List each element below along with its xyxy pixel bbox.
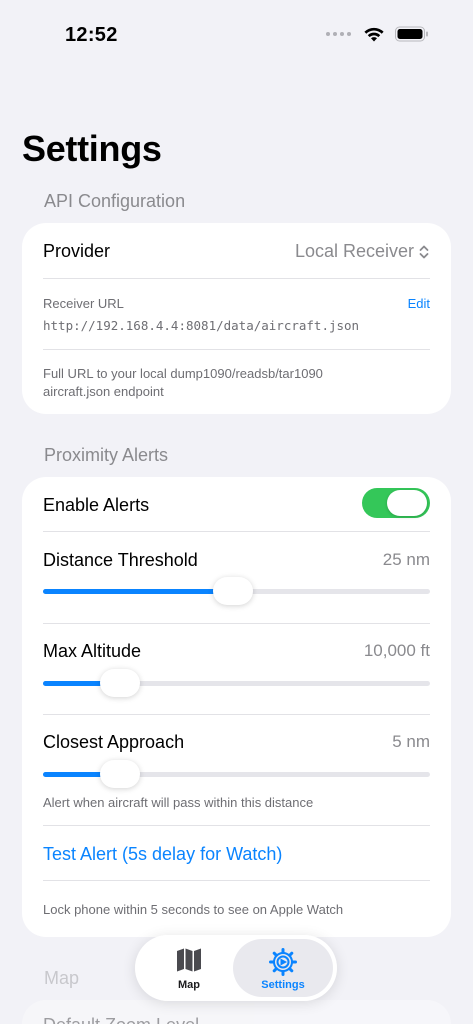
status-icons [326,26,429,42]
distance-threshold-label: Distance Threshold [43,550,198,570]
distance-threshold-slider[interactable] [43,576,430,606]
max-altitude-row: Max Altitude 10,000 ft [43,641,430,665]
receiver-url-help-line2: aircraft.json endpoint [43,384,164,399]
max-altitude-label: Max Altitude [43,641,142,661]
closest-approach-help: Alert when aircraft will pass within thi… [43,795,314,810]
gear-icon [269,948,297,976]
slider-thumb[interactable] [100,669,141,697]
closest-approach-label: Closest Approach [43,732,185,752]
closest-approach-value: 5 nm [392,732,430,751]
receiver-url-help-line1: Full URL to your local dump1090/readsb/t… [43,366,323,381]
enable-alerts-label: Enable Alerts [43,495,150,515]
divider [43,531,430,532]
divider [43,825,430,826]
test-alert-help: Lock phone within 5 seconds to see on Ap… [43,902,344,917]
divider [43,623,430,624]
divider [43,349,430,350]
test-alert-button[interactable]: Test Alert (5s delay for Watch) [43,844,430,868]
default-zoom-label: Default Zoom Level [43,1015,199,1024]
divider [43,880,430,881]
divider [43,278,430,279]
page-title: Settings [22,128,162,169]
tab-bar: Map Settings [135,935,337,1001]
max-altitude-value: 10,000 ft [363,641,430,660]
battery-icon [395,26,428,42]
closest-approach-slider[interactable] [43,759,430,789]
tab-map-label: Map [178,979,200,991]
edit-url-button[interactable]: Edit [408,295,430,313]
slider-fill [43,589,233,594]
status-time: 12:52 [65,24,118,46]
provider-value: Local Receiver [294,241,414,261]
distance-threshold-row: Distance Threshold 25 nm [43,550,430,574]
map-icon [177,948,201,972]
api-section-header: API Configuration [44,191,186,211]
closest-approach-row: Closest Approach 5 nm [43,732,430,756]
provider-picker[interactable]: Local Receiver [295,241,430,262]
cellular-signal-icon [326,32,351,36]
toggle-knob [387,490,427,516]
distance-threshold-value: 25 nm [382,550,430,569]
enable-alerts-row: Enable Alerts [43,488,430,519]
slider-thumb[interactable] [100,760,141,788]
wifi-icon [364,27,384,42]
receiver-url-header-row: Receiver URL Edit [43,295,430,313]
chevron-up-down-icon [419,245,429,258]
receiver-url-value: http://192.168.4.4:8081/data/aircraft.js… [43,318,360,333]
map-settings-card: Default Zoom Level [22,1000,451,1024]
alerts-section-header: Proximity Alerts [44,445,169,465]
tab-map[interactable]: Map [141,939,237,997]
map-section-header: Map [44,968,80,988]
slider-thumb[interactable] [212,577,253,605]
receiver-url-label: Receiver URL [43,296,124,311]
provider-row[interactable]: Provider Local Receiver [43,241,430,265]
enable-alerts-toggle[interactable] [362,488,430,518]
status-bar: 12:52 [0,0,473,60]
max-altitude-slider[interactable] [43,668,430,698]
tab-settings-label: Settings [261,979,305,991]
provider-label: Provider [43,241,111,261]
tab-settings[interactable]: Settings [233,939,333,997]
proximity-alerts-card: Enable Alerts Distance Threshold 25 nm M… [22,477,451,937]
api-config-card: Provider Local Receiver Receiver URL Edi… [22,223,451,414]
divider [43,714,430,715]
